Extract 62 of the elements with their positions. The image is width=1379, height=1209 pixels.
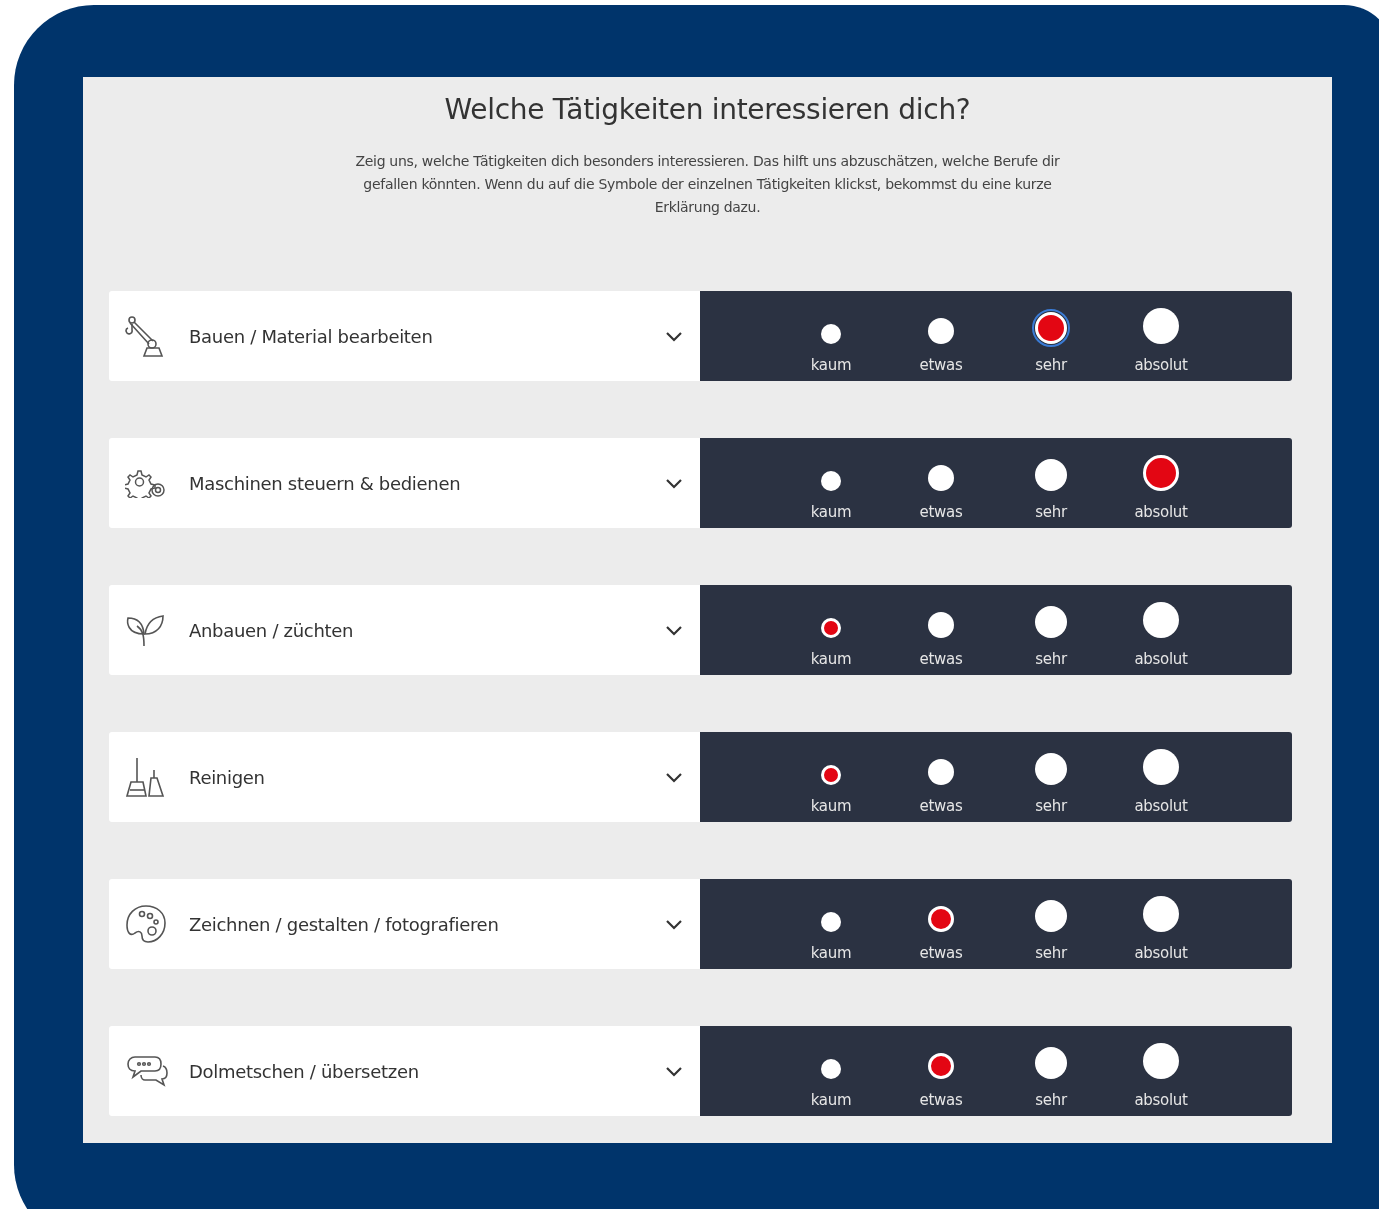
option-label: etwas	[919, 1091, 963, 1109]
radio-button[interactable]	[1143, 749, 1179, 785]
option-label: sehr	[1035, 797, 1067, 815]
option-label: kaum	[810, 503, 852, 521]
option-label: etwas	[919, 356, 963, 374]
activity-label: Anbauen / züchten	[189, 619, 355, 641]
radio-button[interactable]	[928, 465, 954, 491]
option-label: absolut	[1134, 650, 1188, 668]
radio-button[interactable]	[1035, 312, 1067, 344]
option-label: kaum	[810, 797, 852, 815]
option-label: absolut	[1134, 356, 1188, 374]
radio-button[interactable]	[928, 759, 954, 785]
speech-bubbles-icon	[125, 1055, 169, 1087]
option-label: kaum	[810, 944, 852, 962]
activity-label: Zeichnen / gestalten / fotografieren	[189, 913, 500, 935]
radio-button[interactable]	[1035, 606, 1067, 638]
radio-button[interactable]	[821, 471, 841, 491]
option-label: etwas	[919, 797, 963, 815]
radio-button[interactable]	[821, 912, 841, 932]
radio-button[interactable]	[1035, 459, 1067, 491]
option-label: sehr	[1035, 944, 1067, 962]
radio-button[interactable]	[821, 765, 841, 785]
option-label: sehr	[1035, 650, 1067, 668]
activity-label: Dolmetschen / übersetzen	[189, 1060, 420, 1082]
radio-button[interactable]	[1035, 1047, 1067, 1079]
option-label: sehr	[1035, 503, 1067, 521]
option-label: kaum	[810, 1091, 852, 1109]
option-label: absolut	[1134, 1091, 1188, 1109]
activity-label: Maschinen steuern & bedienen	[189, 472, 462, 494]
radio-button[interactable]	[821, 618, 841, 638]
radio-button[interactable]	[1143, 896, 1179, 932]
page-title: Welche Tätigkeiten interessieren dich?	[443, 93, 971, 126]
option-label: absolut	[1134, 797, 1188, 815]
robot-arm-icon	[125, 315, 165, 357]
radio-button[interactable]	[821, 1059, 841, 1079]
option-label: sehr	[1035, 1091, 1067, 1109]
radio-button[interactable]	[1143, 602, 1179, 638]
option-label: absolut	[1134, 944, 1188, 962]
radio-button[interactable]	[821, 324, 841, 344]
gears-icon	[125, 468, 167, 498]
broom-and-dustpan-icon	[125, 756, 167, 798]
option-label: kaum	[810, 650, 852, 668]
radio-button[interactable]	[1143, 1043, 1179, 1079]
radio-button[interactable]	[928, 1053, 954, 1079]
radio-button[interactable]	[1035, 753, 1067, 785]
option-label: kaum	[810, 356, 852, 374]
option-label: etwas	[919, 944, 963, 962]
radio-button[interactable]	[928, 318, 954, 344]
radio-button[interactable]	[928, 906, 954, 932]
option-label: etwas	[919, 503, 963, 521]
activity-label: Bauen / Material bearbeiten	[189, 325, 434, 347]
radio-button[interactable]	[928, 612, 954, 638]
radio-button[interactable]	[1143, 308, 1179, 344]
radio-button[interactable]	[1035, 900, 1067, 932]
sprout-icon	[125, 612, 165, 648]
option-label: etwas	[919, 650, 963, 668]
option-label: sehr	[1035, 356, 1067, 374]
description: Zeig uns, welche Tätigkeiten dich besonders interessieren. Das hilft uns abzuschätzen, welche Berufe dir gefallen könnten. Wenn du auf die Symbole der einzelnen Tätigkeiten klickst, bekommst du eine kurze Erklärung dazu.	[354, 152, 1061, 217]
palette-icon	[125, 904, 167, 944]
option-label: absolut	[1134, 503, 1188, 521]
radio-button[interactable]	[1143, 455, 1179, 491]
activity-label: Reinigen	[189, 766, 266, 788]
